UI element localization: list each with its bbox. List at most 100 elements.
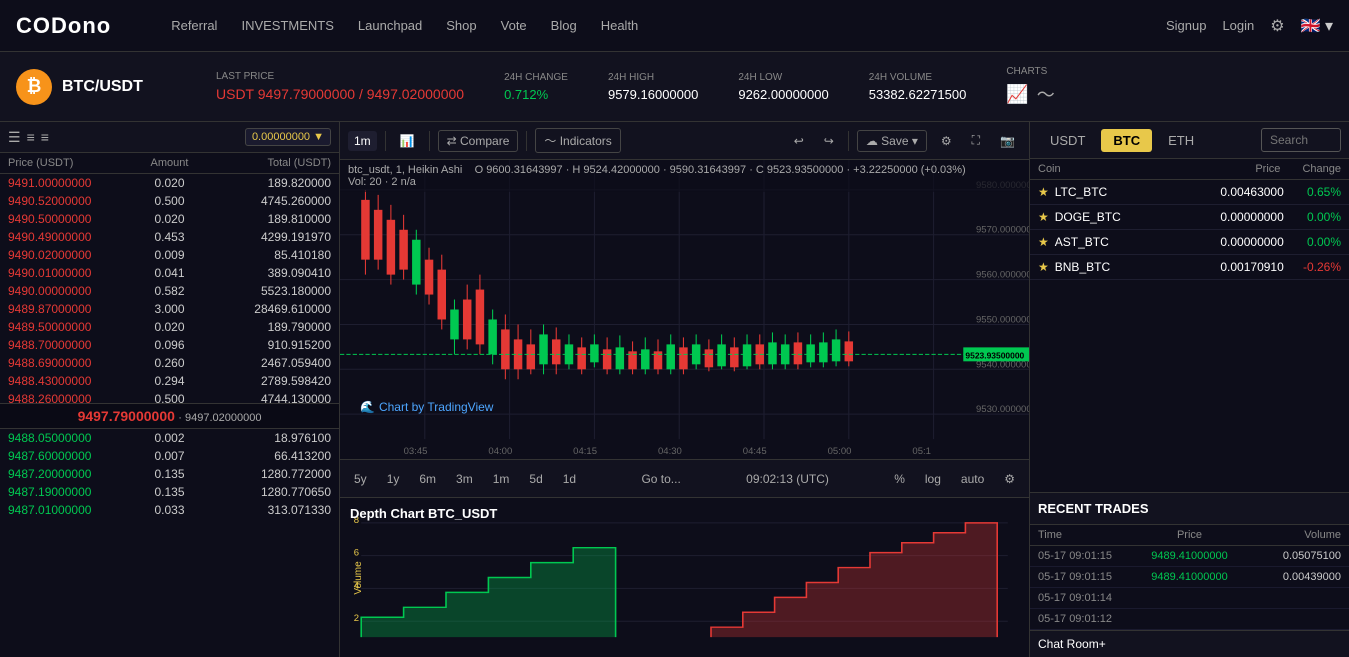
nav-launchpad[interactable]: Launchpad bbox=[358, 18, 422, 33]
ask-row[interactable]: 9490.49000000 0.453 4299.191970 bbox=[0, 228, 339, 246]
coin-name: DOGE_BTC bbox=[1055, 210, 1170, 224]
orderbook: ☰ ≡ ≡ 0.00000000 ▼ Price (USDT) Amount T… bbox=[0, 122, 340, 657]
timeframe-1m[interactable]: 1m bbox=[348, 131, 377, 151]
ask-row[interactable]: 9491.00000000 0.020 189.820000 bbox=[0, 174, 339, 192]
rt-header-time: Time bbox=[1038, 529, 1139, 541]
ask-row[interactable]: 9490.02000000 0.009 85.410180 bbox=[0, 246, 339, 264]
trade-volume bbox=[1240, 592, 1341, 604]
nav-health[interactable]: Health bbox=[601, 18, 639, 33]
compare-button[interactable]: ⇄ Compare bbox=[438, 130, 519, 152]
candlestick-chart[interactable]: 9580.000000 9570.000000 9560.000000 9550… bbox=[340, 160, 1029, 459]
high-label: 24H HIGH bbox=[608, 72, 698, 83]
favorite-star[interactable]: ★ bbox=[1038, 260, 1049, 274]
bid-row[interactable]: 9488.05000000 0.002 18.976100 bbox=[0, 429, 339, 447]
nav-vote[interactable]: Vote bbox=[501, 18, 527, 33]
settings-icon[interactable]: ⚙ bbox=[935, 131, 958, 151]
time-1m[interactable]: 1m bbox=[487, 470, 516, 488]
auto-btn[interactable]: auto bbox=[955, 470, 990, 488]
chart-volume-info: Vol: 20 · 2 n/a bbox=[348, 176, 416, 188]
indicators-button[interactable]: 〜 Indicators bbox=[535, 128, 620, 153]
bid-total: 18.976100 bbox=[223, 431, 331, 445]
ob-asks-icon[interactable]: ≡ bbox=[27, 129, 35, 145]
time-6m[interactable]: 6m bbox=[413, 470, 442, 488]
ask-row[interactable]: 9488.43000000 0.294 2789.598420 bbox=[0, 372, 339, 390]
time-5d[interactable]: 5d bbox=[523, 470, 548, 488]
settings-icon[interactable]: ⚙ bbox=[1270, 16, 1284, 36]
bid-row[interactable]: 9487.19000000 0.135 1280.770650 bbox=[0, 483, 339, 501]
signup-button[interactable]: Signup bbox=[1166, 18, 1206, 33]
coin-list-item[interactable]: ★ BNB_BTC 0.00170910 -0.26% bbox=[1030, 255, 1349, 280]
logo-text: CO bbox=[16, 13, 51, 38]
time-5y[interactable]: 5y bbox=[348, 470, 373, 488]
tb-sep4 bbox=[848, 131, 849, 151]
login-button[interactable]: Login bbox=[1222, 18, 1254, 33]
candle-chart-icon[interactable]: 〜 bbox=[1037, 81, 1055, 107]
bid-row[interactable]: 9487.01000000 0.033 313.071330 bbox=[0, 501, 339, 519]
ob-list-icon[interactable]: ☰ bbox=[8, 129, 21, 146]
chart-toolbar: 1m 📊 ⇄ Compare 〜 Indicators ↩ ↪ ☁ Save ▾… bbox=[340, 122, 1029, 160]
ask-row[interactable]: 9490.50000000 0.020 189.810000 bbox=[0, 210, 339, 228]
language-flag[interactable]: 🇬🇧 ▾ bbox=[1301, 16, 1333, 36]
ask-row[interactable]: 9489.50000000 0.020 189.790000 bbox=[0, 318, 339, 336]
ask-price: 9488.43000000 bbox=[8, 374, 116, 388]
bid-row[interactable]: 9487.60000000 0.007 66.413200 bbox=[0, 447, 339, 465]
favorite-star[interactable]: ★ bbox=[1038, 210, 1049, 224]
coin-list-item[interactable]: ★ LTC_BTC 0.00463000 0.65% bbox=[1030, 180, 1349, 205]
log-btn[interactable]: log bbox=[919, 470, 947, 488]
ask-total: 389.090410 bbox=[223, 266, 331, 280]
tab-eth[interactable]: ETH bbox=[1156, 129, 1206, 152]
chart-bottom-bar: 5y 1y 6m 3m 1m 5d 1d Go to... 09:02:13 (… bbox=[340, 459, 1029, 497]
ask-row[interactable]: 9490.52000000 0.500 4745.260000 bbox=[0, 192, 339, 210]
ask-row[interactable]: 9488.26000000 0.500 4744.130000 bbox=[0, 390, 339, 403]
ob-precision-dropdown[interactable]: 0.00000000 ▼ bbox=[245, 128, 331, 146]
trade-row[interactable]: 05-17 09:01:14 bbox=[1030, 588, 1349, 609]
bid-amount: 0.007 bbox=[116, 449, 224, 463]
line-chart-icon[interactable]: 📈 bbox=[1006, 84, 1028, 105]
nav-investments[interactable]: INVESTMENTS bbox=[241, 18, 333, 33]
coin-list-item[interactable]: ★ AST_BTC 0.00000000 0.00% bbox=[1030, 230, 1349, 255]
fullscreen-icon[interactable]: ⛶ bbox=[966, 130, 986, 151]
save-button[interactable]: ☁ Save ▾ bbox=[857, 130, 927, 152]
tab-btc[interactable]: BTC bbox=[1101, 129, 1152, 152]
chart-settings-icon[interactable]: ⚙ bbox=[998, 470, 1021, 488]
coin-search-input[interactable] bbox=[1261, 128, 1341, 152]
ask-row[interactable]: 9490.00000000 0.582 5523.180000 bbox=[0, 282, 339, 300]
time-3m[interactable]: 3m bbox=[450, 470, 479, 488]
recent-trades-header: Time Price Volume bbox=[1030, 525, 1349, 546]
btc-icon: ₿ bbox=[16, 69, 52, 105]
recent-trades: RECENT TRADES Time Price Volume 05-17 09… bbox=[1030, 492, 1349, 630]
ask-row[interactable]: 9488.69000000 0.260 2467.059400 bbox=[0, 354, 339, 372]
change-value: 0.712% bbox=[504, 87, 568, 102]
screenshot-icon[interactable]: 📷 bbox=[994, 131, 1021, 151]
trade-row[interactable]: 05-17 09:01:15 9489.41000000 0.05075100 bbox=[1030, 546, 1349, 567]
trade-row[interactable]: 05-17 09:01:12 bbox=[1030, 609, 1349, 630]
ask-total: 85.410180 bbox=[223, 248, 331, 262]
logo[interactable]: CODono bbox=[16, 13, 111, 39]
coin-list-item[interactable]: ★ DOGE_BTC 0.00000000 0.00% bbox=[1030, 205, 1349, 230]
ask-row[interactable]: 9488.70000000 0.096 910.915200 bbox=[0, 336, 339, 354]
goto-button[interactable]: Go to... bbox=[635, 470, 686, 488]
nav-blog[interactable]: Blog bbox=[551, 18, 577, 33]
time-1y[interactable]: 1y bbox=[381, 470, 406, 488]
trade-row[interactable]: 05-17 09:01:15 9489.41000000 0.00439000 bbox=[1030, 567, 1349, 588]
chart-type-btn[interactable]: 📊 bbox=[394, 131, 421, 151]
ask-amount: 0.453 bbox=[116, 230, 224, 244]
ask-amount: 0.500 bbox=[116, 194, 224, 208]
rt-header-volume: Volume bbox=[1240, 529, 1341, 541]
redo-btn[interactable]: ↪ bbox=[818, 131, 840, 151]
favorite-star[interactable]: ★ bbox=[1038, 235, 1049, 249]
ask-row[interactable]: 9490.01000000 0.041 389.090410 bbox=[0, 264, 339, 282]
time-1d[interactable]: 1d bbox=[557, 470, 582, 488]
undo-btn[interactable]: ↩ bbox=[788, 131, 810, 151]
tab-usdt[interactable]: USDT bbox=[1038, 129, 1097, 152]
ask-row[interactable]: 9489.87000000 3.000 28469.610000 bbox=[0, 300, 339, 318]
percent-btn[interactable]: % bbox=[888, 470, 911, 488]
chat-room-bar[interactable]: Chat Room+ bbox=[1030, 630, 1349, 657]
nav-referral[interactable]: Referral bbox=[171, 18, 217, 33]
ticker-bar: ₿ BTC/USDT LAST PRICE USDT 9497.79000000… bbox=[0, 52, 1349, 122]
depth-chart-svg[interactable]: 8 6 4 2 bbox=[340, 498, 1029, 657]
bid-row[interactable]: 9487.20000000 0.135 1280.772000 bbox=[0, 465, 339, 483]
ob-bids-icon[interactable]: ≡ bbox=[41, 129, 49, 145]
favorite-star[interactable]: ★ bbox=[1038, 185, 1049, 199]
nav-shop[interactable]: Shop bbox=[446, 18, 476, 33]
